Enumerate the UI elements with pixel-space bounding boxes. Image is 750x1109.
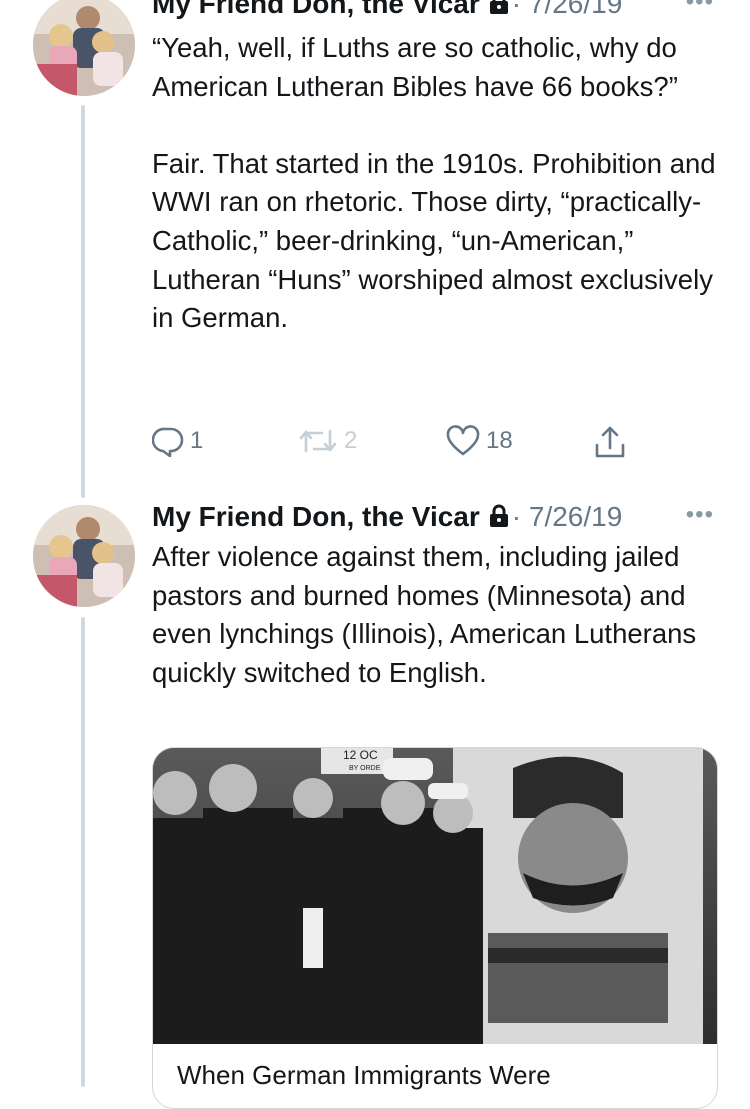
share-button[interactable] (594, 425, 626, 459)
lock-icon (488, 0, 510, 22)
avatar[interactable] (33, 0, 135, 96)
tweet-actions: 1 2 18 (150, 425, 650, 465)
tweet-header: My Friend Don, the Vicar · 7/26/19 ••• (152, 0, 736, 22)
retweet-icon (298, 425, 338, 457)
thread-line (81, 105, 85, 498)
reply-icon (152, 425, 184, 457)
more-options-icon[interactable]: ••• (686, 501, 714, 529)
card-image: 12 OC BY ORDE (153, 748, 717, 1044)
sign-text: 12 OC (343, 748, 378, 762)
tweet-date[interactable]: · 7/26/19 (512, 0, 623, 19)
link-card[interactable]: 12 OC BY ORDE When German Immigrants Wer… (152, 747, 718, 1109)
author-name[interactable]: My Friend Don, the Vicar (152, 0, 480, 19)
card-title: When German Immigrants Were (177, 1060, 551, 1090)
retweet-count: 2 (344, 427, 358, 454)
avatar[interactable] (33, 505, 135, 607)
like-count: 18 (486, 427, 513, 454)
reply-button[interactable]: 1 (152, 425, 203, 457)
reply-count: 1 (190, 427, 204, 454)
author-name[interactable]: My Friend Don, the Vicar (152, 501, 480, 532)
share-icon (594, 425, 626, 459)
tweet-text: “Yeah, well, if Luths are so catholic, w… (152, 32, 716, 334)
thread-line (81, 617, 85, 1087)
sign-subtext: BY ORDE (349, 765, 381, 772)
tweet-1[interactable]: My Friend Don, the Vicar · 7/26/19 ••• “Y… (0, 0, 750, 500)
more-options-icon[interactable]: ••• (686, 0, 714, 16)
retweet-button[interactable]: 2 (298, 425, 357, 457)
lock-icon (488, 503, 510, 535)
tweet-header: My Friend Don, the Vicar · 7/26/19 ••• (152, 501, 736, 535)
like-button[interactable]: 18 (446, 425, 513, 457)
tweet-date[interactable]: · 7/26/19 (512, 501, 623, 532)
heart-icon (446, 425, 480, 457)
tweet-text: After violence against them, including j… (152, 541, 704, 688)
